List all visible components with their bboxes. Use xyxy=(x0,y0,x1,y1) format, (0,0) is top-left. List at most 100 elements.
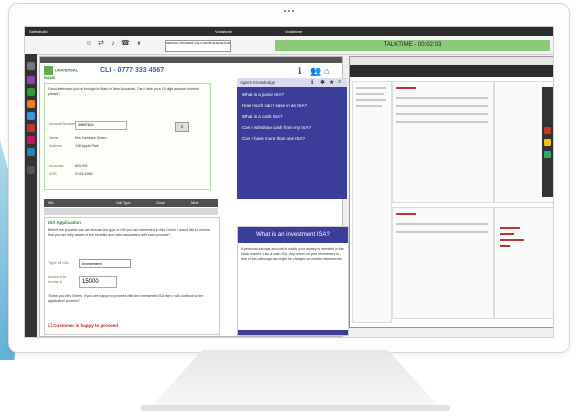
greeting-script: Good afternoon you're through to Mark in… xyxy=(48,87,200,96)
monitor-stand-base xyxy=(140,405,450,411)
transfer-icon[interactable]: ⇄ xyxy=(97,40,105,48)
pause-icon[interactable]: ⏸ xyxy=(135,40,143,48)
tab-isa[interactable]: ISA xyxy=(46,200,56,206)
investment-isa-body: A personal savings account in which your… xyxy=(241,247,344,261)
rail-blue-icon[interactable] xyxy=(27,112,35,120)
tab-vodafone-a[interactable]: Vodafone xyxy=(215,27,232,36)
search-icon[interactable]: ⌕ xyxy=(175,122,189,132)
hold-icon[interactable]: ♪ xyxy=(109,40,117,48)
toolbar: ☺ ⇄ ♪ ☎ ⏸ MANUAL TOOLBAR CALL FROM QUEUE… xyxy=(25,36,553,55)
manual-toolbar-box[interactable]: MANUAL TOOLBAR CALL FROM QUEUE FOR xyxy=(165,40,231,52)
crm-table-top[interactable] xyxy=(392,81,494,203)
crm-chart-panel[interactable] xyxy=(494,207,553,319)
name-label: Name xyxy=(49,136,59,140)
faq-link[interactable]: What is a junior ISA? xyxy=(242,92,284,97)
type-of-isa-select[interactable]: Investment xyxy=(79,259,131,268)
dob-label: DOB xyxy=(49,172,57,176)
users-icon[interactable]: 👥 xyxy=(310,66,321,77)
tab-vodafone-b[interactable]: Vodafone xyxy=(285,27,302,36)
table-row xyxy=(396,113,488,115)
info-icon[interactable]: ℹ xyxy=(311,79,313,86)
table-header-red xyxy=(396,87,416,89)
type-of-isa-label: Type of ISA xyxy=(48,260,69,265)
rail-orange-icon[interactable] xyxy=(27,100,35,108)
amount-label: Amount to Invest £ xyxy=(48,274,67,284)
wrench-icon[interactable] xyxy=(27,166,35,174)
camera-dots xyxy=(284,10,294,13)
monitor-stand xyxy=(150,350,440,408)
rail-green-icon[interactable] xyxy=(544,151,551,158)
investment-isa-title: What is an investment ISA? xyxy=(238,227,348,243)
crm-header-bar xyxy=(40,57,342,63)
chart-bar xyxy=(500,239,524,241)
table-row xyxy=(396,97,488,99)
accounts-value: 803,992 xyxy=(75,164,88,168)
table-row xyxy=(396,105,488,107)
star-icon[interactable]: ★ xyxy=(329,79,334,86)
table-row xyxy=(396,231,488,233)
isa-title: ISA Application xyxy=(48,220,81,225)
rail-pink-icon[interactable] xyxy=(27,136,35,144)
address-label: Address xyxy=(49,144,62,148)
account-number-input[interactable]: 39897624 xyxy=(75,121,127,130)
rail-red-icon[interactable] xyxy=(27,124,35,132)
accounts-label: Accounts xyxy=(49,164,64,168)
user-icon[interactable]: ☺ xyxy=(85,40,93,48)
rail-green-icon[interactable] xyxy=(27,88,35,96)
tab-next[interactable]: Next xyxy=(189,200,200,206)
bank-logo: UNIVERSAL BANK xyxy=(44,66,79,80)
table-row xyxy=(396,121,488,123)
settings-icon[interactable]: ✱ xyxy=(320,79,325,86)
isa-application-form: ISA Application Before we proceed can we… xyxy=(44,217,220,335)
address-value: 108 Apple Park xyxy=(75,144,99,148)
rail-red-icon[interactable] xyxy=(544,127,551,134)
isa-outro: Thank you Mrs Green, if you are happy to… xyxy=(48,294,204,303)
tab-bar: ISA Call Type Close Next xyxy=(44,199,218,207)
faq-link[interactable]: Can I have more than one ISA? xyxy=(242,136,305,141)
crm-nav-list[interactable] xyxy=(352,81,392,323)
tab-close[interactable]: Close xyxy=(154,200,167,206)
table-header-red xyxy=(396,213,416,215)
home-icon[interactable] xyxy=(27,62,35,70)
agent-knowledge-panel: Agent Knowledge ℹ ✱ ★ ⌕ What is a junior… xyxy=(237,78,347,199)
call-status-bar: TALKTIME - 00:02:03 xyxy=(275,40,550,51)
rail-yellow-icon[interactable] xyxy=(544,139,551,146)
info-icon[interactable]: ℹ xyxy=(298,66,301,77)
dob-value: 01/01/1980 xyxy=(75,172,93,176)
amount-input[interactable]: 15000 xyxy=(79,276,117,288)
investment-isa-footer xyxy=(238,330,348,335)
home-icon[interactable]: ⌂ xyxy=(324,66,329,76)
tab-call-type[interactable]: Call Type xyxy=(114,200,133,206)
customer-box: Good afternoon you're through to Mark in… xyxy=(44,83,211,190)
rail-purple-icon[interactable] xyxy=(27,76,35,84)
secondary-window-toolbar xyxy=(350,65,553,77)
faq-link[interactable]: How much can I save in an ISA? xyxy=(242,103,307,108)
nav-line xyxy=(356,93,384,95)
faq-link[interactable]: What is a cash ISA? xyxy=(242,114,283,119)
secondary-window xyxy=(349,56,553,328)
phone-icon[interactable]: ☎ xyxy=(121,40,130,48)
nav-line xyxy=(356,105,382,107)
right-rail xyxy=(542,87,553,197)
chart-bar xyxy=(500,233,514,235)
proceed-checkbox[interactable]: ☐ Customer is happy to proceed xyxy=(48,323,118,329)
investment-isa-panel: What is an investment ISA? A personal sa… xyxy=(237,226,349,336)
name-value: Mrs Candace Green xyxy=(75,136,107,140)
chart-bar xyxy=(500,245,510,247)
left-rail xyxy=(25,54,37,337)
sub-tab-bar xyxy=(44,208,218,215)
rail-info-icon[interactable] xyxy=(27,148,35,156)
app-title: Salesbuild xyxy=(29,29,48,34)
chart-bar xyxy=(500,227,520,229)
nav-line xyxy=(356,99,386,101)
nav-line xyxy=(356,87,386,89)
account-number-label: Account Number xyxy=(49,122,76,126)
cli-number: CLI - 0777 333 4567 xyxy=(100,67,165,74)
secondary-window-titlebar xyxy=(350,57,553,65)
screen: Salesbuild Vodafone Vodafone ☺ ⇄ ♪ ☎ ⏸ M… xyxy=(24,26,554,338)
isa-intro: Before we proceed can we discuss the typ… xyxy=(48,228,210,237)
os-top-bar: Salesbuild Vodafone Vodafone xyxy=(25,27,553,36)
search-icon[interactable]: ⌕ xyxy=(338,79,341,86)
faq-link[interactable]: Can I withdraw cash from my ISA? xyxy=(242,125,311,130)
table-row xyxy=(396,223,488,225)
